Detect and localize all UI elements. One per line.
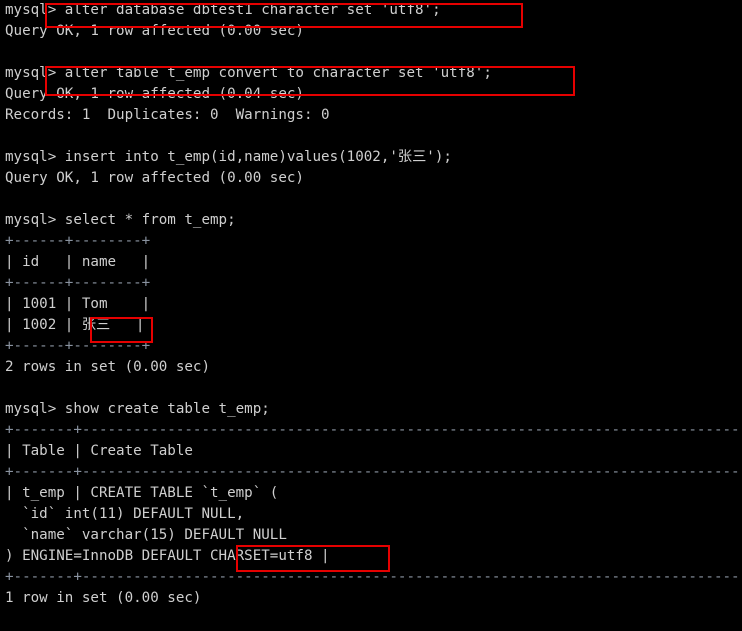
terminal-line: ) ENGINE=InnoDB DEFAULT CHARSET=utf8 | [5, 548, 330, 564]
terminal-line: `name` varchar(15) DEFAULT NULL [5, 527, 287, 543]
terminal-screen: mysql> alter database dbtest1 character … [5, 0, 742, 609]
terminal-line: +------+--------+ [5, 233, 151, 249]
terminal-line: +------+--------+ [5, 338, 151, 354]
terminal-line: Query OK, 1 row affected (0.00 sec) [5, 23, 304, 39]
terminal-line: +-------+-------------------------------… [5, 464, 742, 480]
terminal-line: | 1002 | 张三 | [5, 317, 145, 333]
terminal-line: mysql> alter database dbtest1 character … [5, 2, 441, 18]
terminal-line: Records: 1 Duplicates: 0 Warnings: 0 [5, 107, 330, 123]
terminal-line: +------+--------+ [5, 275, 151, 291]
terminal-line: | Table | Create Table [5, 443, 193, 459]
terminal-line: Query OK, 1 row affected (0.04 sec) [5, 86, 304, 102]
terminal-line: | 1001 | Tom | [5, 296, 151, 312]
terminal-line: +-------+-------------------------------… [5, 569, 742, 585]
terminal-line: | t_emp | CREATE TABLE `t_emp` ( [5, 485, 279, 501]
terminal-line: Query OK, 1 row affected (0.00 sec) [5, 170, 304, 186]
terminal-line: +-------+-------------------------------… [5, 422, 742, 438]
terminal-line: mysql> show create table t_emp; [5, 401, 270, 417]
terminal-line: | id | name | [5, 254, 151, 270]
terminal-line: `id` int(11) DEFAULT NULL, [5, 506, 245, 522]
terminal-line: 2 rows in set (0.00 sec) [5, 359, 210, 375]
terminal-line: 1 row in set (0.00 sec) [5, 590, 202, 606]
terminal-line: mysql> insert into t_emp(id,name)values(… [5, 149, 452, 165]
terminal-line: mysql> alter table t_emp convert to char… [5, 65, 492, 81]
terminal-window[interactable]: mysql> alter database dbtest1 character … [0, 0, 742, 631]
terminal-line: mysql> select * from t_emp; [5, 212, 236, 228]
